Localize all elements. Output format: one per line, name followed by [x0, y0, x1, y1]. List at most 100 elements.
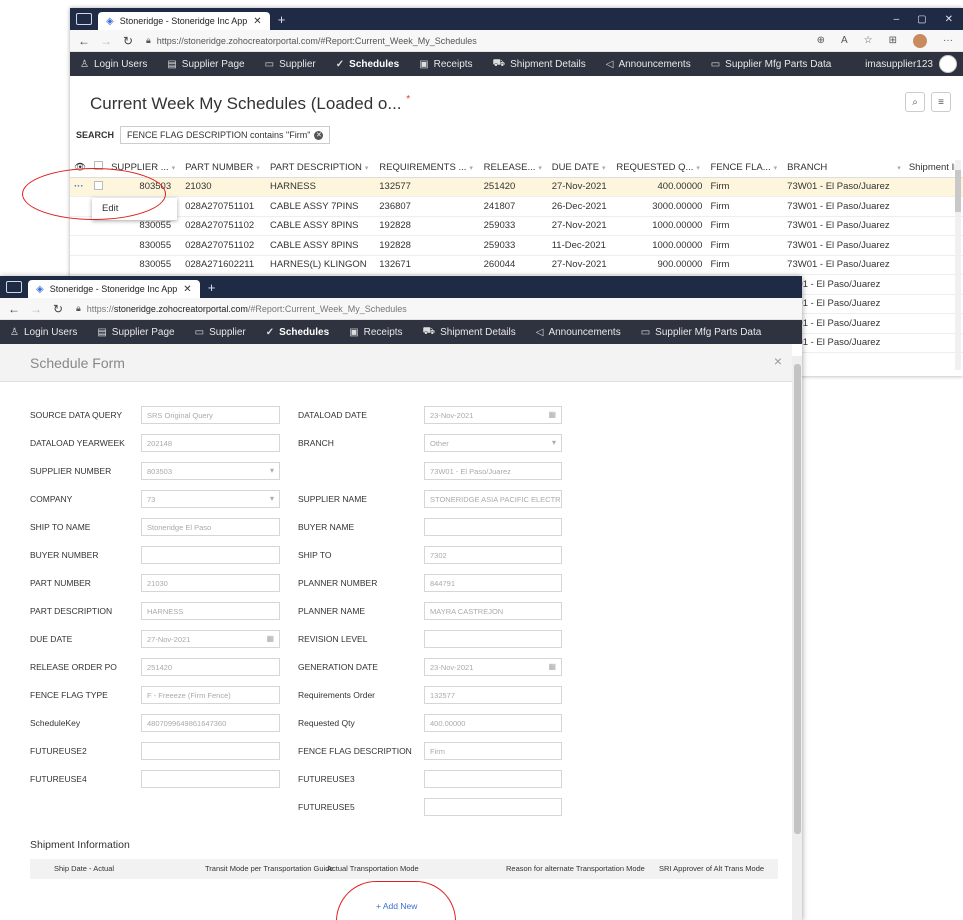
form-field-input[interactable]: 400.00000	[424, 714, 562, 732]
nav-item-schedules[interactable]: ✓ Schedules	[326, 52, 409, 76]
form-field-input[interactable]: 4807099649861647360	[141, 714, 280, 732]
back-icon[interactable]: ←	[76, 34, 92, 48]
filter-chip[interactable]: FENCE FLAG DESCRIPTION contains "Firm" ✕	[120, 126, 331, 144]
read-aloud-icon[interactable]: A	[841, 35, 848, 46]
url-path[interactable]: /#Report:Current_Week_My_Schedules	[248, 304, 407, 314]
hamburger-menu-icon[interactable]: ≡	[931, 92, 951, 112]
forward-icon[interactable]: →	[98, 34, 114, 48]
table-row[interactable]: 830055 028A270751102 CABLE ASSY 8PINS 19…	[70, 216, 963, 236]
form-field-input[interactable]	[424, 770, 562, 788]
form-field-input[interactable]: 27-Nov-2021 ▦	[141, 630, 280, 648]
modal-scrollbar[interactable]	[792, 356, 802, 920]
form-field-input[interactable]	[424, 518, 562, 536]
nav-item-shipment-details[interactable]: ⛟ Shipment Details	[483, 52, 596, 76]
browser-tab[interactable]: ◈ Stoneridge - Stoneridge Inc App ✕	[28, 280, 200, 298]
table-row[interactable]: 830055 028A270751102 CABLE ASSY 8PINS 19…	[70, 235, 963, 256]
form-field-input[interactable]: 251420	[141, 658, 280, 676]
dropdown-arrow-icon[interactable]: ▾	[270, 494, 274, 503]
form-field-input[interactable]: 73 ▾	[141, 490, 280, 508]
nav-item-supplier-page[interactable]: ▤ Supplier Page	[157, 52, 254, 76]
col-requested-qty[interactable]: REQUESTED Q... ▾	[612, 158, 707, 178]
form-field-input[interactable]: 73W01 - El Paso/Juarez	[424, 462, 562, 480]
browser-tab[interactable]: ◈ Stoneridge - Stoneridge Inc App ✕	[98, 12, 270, 30]
form-field-input[interactable]: MAYRA CASTREJON	[424, 602, 562, 620]
nav-item-supplier-mfg-parts-data[interactable]: ▭ Supplier Mfg Parts Data	[631, 320, 772, 344]
profile-avatar[interactable]	[913, 33, 927, 48]
refresh-icon[interactable]: ↻	[50, 302, 66, 316]
form-field-input[interactable]: 7302	[424, 546, 562, 564]
form-field-input[interactable]: SRS Original Query	[141, 406, 280, 424]
form-field-input[interactable]	[141, 770, 280, 788]
url-prefix[interactable]: https://	[87, 304, 114, 314]
form-field-input[interactable]	[424, 630, 562, 648]
form-field-input[interactable]	[141, 742, 280, 760]
col-fence-flag[interactable]: FENCE FLA... ▾	[706, 158, 784, 178]
url-text[interactable]: https://stoneridge.zohocreatorportal.com…	[157, 36, 477, 46]
form-field-input[interactable]	[424, 798, 562, 816]
tab-close-icon[interactable]: ✕	[183, 284, 191, 295]
nav-item-supplier-page[interactable]: ▤ Supplier Page	[87, 320, 184, 344]
nav-item-supplier[interactable]: ▭ Supplier	[185, 320, 256, 344]
dropdown-arrow-icon[interactable]: ▾	[270, 466, 274, 475]
nav-item-schedules[interactable]: ✓ Schedules	[256, 320, 339, 344]
table-row[interactable]: ··· 803503 21030 HARNESS 132577 251420 2…	[70, 177, 963, 197]
maximize-icon[interactable]: ▢	[917, 14, 926, 25]
lock-icon[interactable]: 🔒︎	[146, 35, 151, 46]
modal-close-icon[interactable]: ×	[774, 353, 782, 369]
form-field-input[interactable]: 132577	[424, 686, 562, 704]
nav-item-receipts[interactable]: ▣ Receipts	[339, 320, 412, 344]
calendar-icon[interactable]: ▦	[548, 662, 556, 671]
form-field-input[interactable]: Stoneridge El Paso	[141, 518, 280, 536]
tab-close-icon[interactable]: ✕	[253, 16, 261, 27]
col-requirements[interactable]: REQUIREMENTS ... ▾	[375, 158, 480, 178]
col-release[interactable]: RELEASE... ▾	[479, 158, 548, 178]
user-menu[interactable]: imasupplier123	[865, 55, 963, 73]
form-field-input[interactable]: 844791	[424, 574, 562, 592]
col-branch[interactable]: BRANCH ▾	[783, 158, 905, 178]
refresh-icon[interactable]: ↻	[120, 34, 136, 48]
nav-item-shipment-details[interactable]: ⛟ Shipment Details	[413, 320, 526, 344]
window-menu-icon[interactable]	[76, 13, 92, 25]
minimize-icon[interactable]: –	[894, 14, 900, 25]
form-field-input[interactable]: 202148	[141, 434, 280, 452]
forward-icon[interactable]: →	[28, 302, 44, 316]
calendar-icon[interactable]: ▦	[266, 634, 274, 643]
new-tab-icon[interactable]: +	[208, 280, 216, 295]
form-field-input[interactable]: 23-Nov-2021 ▦	[424, 406, 562, 424]
nav-item-receipts[interactable]: ▣ Receipts	[409, 52, 482, 76]
form-field-input[interactable]	[141, 546, 280, 564]
search-icon[interactable]: ⌕	[905, 92, 925, 112]
table-row[interactable]: 830055 028A271602211 HARNES(L) KLINGON 1…	[70, 255, 963, 275]
new-tab-icon[interactable]: +	[278, 12, 286, 27]
report-scrollbar[interactable]	[955, 160, 961, 370]
col-due-date[interactable]: DUE DATE ▾	[547, 158, 613, 178]
url-domain[interactable]: stoneridge.zohocreatorportal.com	[114, 304, 248, 314]
zoom-icon[interactable]: ⊕	[817, 35, 825, 46]
user-avatar[interactable]	[939, 55, 957, 73]
collections-icon[interactable]: ⊞	[889, 35, 897, 46]
col-part-description[interactable]: PART DESCRIPTION ▾	[265, 158, 376, 178]
form-field-input[interactable]: 21030	[141, 574, 280, 592]
nav-item-announcements[interactable]: ◁ Announcements	[526, 320, 631, 344]
form-field-input[interactable]: Other ▾	[424, 434, 562, 452]
col-part-number[interactable]: PART NUMBER ▾	[181, 158, 266, 178]
nav-item-login-users[interactable]: ♙ Login Users	[0, 320, 87, 344]
window-close-icon[interactable]: ✕	[945, 14, 953, 25]
form-field-input[interactable]: 23-Nov-2021 ▦	[424, 658, 562, 676]
nav-item-supplier-mfg-parts-data[interactable]: ▭ Supplier Mfg Parts Data	[701, 52, 842, 76]
lock-icon[interactable]: 🔒︎	[76, 303, 81, 314]
more-icon[interactable]: ···	[943, 35, 953, 46]
form-field-input[interactable]: 803503 ▾	[141, 462, 280, 480]
nav-item-announcements[interactable]: ◁ Announcements	[596, 52, 701, 76]
remove-filter-icon[interactable]: ✕	[314, 130, 324, 140]
dropdown-arrow-icon[interactable]: ▾	[552, 438, 556, 447]
nav-item-login-users[interactable]: ♙ Login Users	[70, 52, 157, 76]
favorites-icon[interactable]: ☆	[864, 35, 873, 46]
window-menu-icon[interactable]	[6, 281, 22, 293]
form-field-input[interactable]: HARNESS	[141, 602, 280, 620]
back-icon[interactable]: ←	[6, 302, 22, 316]
nav-item-supplier[interactable]: ▭ Supplier	[255, 52, 326, 76]
form-field-input[interactable]: F - Freeeze (Firm Fence)	[141, 686, 280, 704]
table-row[interactable]: 830055 028A270751101 CABLE ASSY 7PINS 23…	[70, 196, 963, 217]
form-field-input[interactable]: Firm	[424, 742, 562, 760]
